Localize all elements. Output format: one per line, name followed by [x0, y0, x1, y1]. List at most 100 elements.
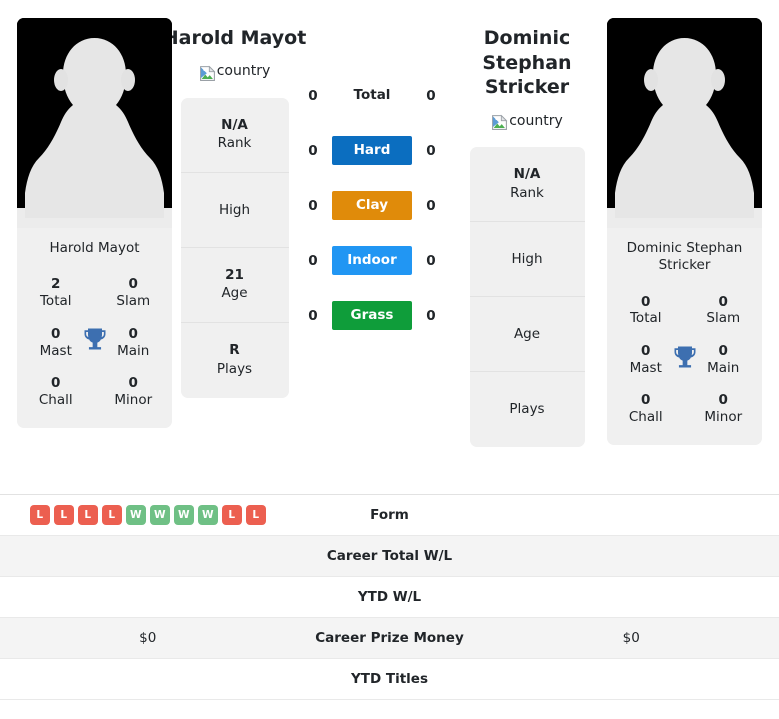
surface-row-clay: 0 Clay 0	[297, 178, 447, 233]
table-row: YTD Titles	[0, 659, 779, 700]
left-stat-mast-value: 0	[51, 325, 61, 342]
right-stat-slam-label: Slam	[706, 310, 741, 327]
right-stat-chall-value: 0	[641, 392, 651, 409]
left-info-high-label: High	[218, 201, 251, 218]
right-player-country-alt: country	[509, 112, 563, 129]
left-stat-slam-value: 0	[128, 276, 138, 293]
right-player-info-column: Dominic Stephan Stricker country N/A Ran…	[447, 10, 607, 448]
row-label-ytd-titles: YTD Titles	[351, 671, 428, 687]
left-info-high: High	[180, 173, 289, 248]
left-stat-minor-label: Minor	[114, 391, 153, 408]
right-stat-chall-label: Chall	[628, 409, 663, 426]
right-info-age: Age	[469, 297, 585, 373]
left-info-age: 21 Age	[180, 248, 289, 323]
right-info-age-label: Age	[513, 325, 541, 342]
right-stat-total-value: 0	[641, 293, 651, 310]
right-info-rank-label: Rank	[510, 184, 544, 201]
surface-indoor-left-score: 0	[308, 252, 318, 269]
left-stat-total-label: Total	[39, 293, 72, 310]
right-stat-minor-value: 0	[718, 392, 728, 409]
left-stat-minor-value: 0	[128, 375, 138, 392]
right-stat-total-label: Total	[629, 310, 662, 327]
form-badge-loss: L	[101, 505, 122, 525]
surface-indoor-right-score: 0	[426, 252, 436, 269]
right-info-plays-label: Plays	[509, 401, 545, 418]
right-player-info-card: N/A Rank High Age Plays	[469, 147, 585, 448]
surface-hard-left-score: 0	[308, 142, 318, 159]
surface-indoor-label[interactable]: Indoor	[332, 246, 412, 275]
right-player-titles-grid: 0 Total 0 Slam 0 Mast 0 Main 0 Chall 0 M…	[607, 279, 762, 435]
right-player-name: Dominic Stephan Stricker	[482, 27, 572, 99]
right-stat-mast-label: Mast	[629, 359, 662, 376]
row-label-form: Form	[370, 507, 409, 523]
surface-clay-left-score: 0	[308, 197, 318, 214]
surface-grass-left-score: 0	[308, 307, 318, 324]
broken-image-icon	[491, 114, 508, 131]
form-badge-win: W	[125, 505, 146, 525]
right-info-high: High	[469, 222, 585, 298]
table-row: $0 Career Prize Money $0	[0, 618, 779, 659]
left-player-country: country	[199, 63, 270, 82]
table-row: LLLLWWWWLL Form	[0, 495, 779, 536]
surface-row-hard: 0 Hard 0	[297, 123, 447, 178]
right-stat-chall: 0 Chall	[607, 385, 685, 434]
form-badge-loss: L	[221, 505, 242, 525]
career-prize-money-left: $0	[139, 630, 157, 646]
left-stat-main: 0 Main	[95, 319, 173, 368]
left-info-age-label: Age	[221, 285, 248, 302]
left-stat-chall-label: Chall	[38, 391, 73, 408]
right-stat-minor: 0 Minor	[685, 385, 763, 434]
left-player-card: Harold Mayot 2 Total 0 Slam 0 Mast 0 Mai…	[17, 18, 172, 428]
left-player-name: Harold Mayot	[162, 27, 307, 49]
broken-image-icon	[199, 65, 216, 82]
player-comparison-page: Harold Mayot 2 Total 0 Slam 0 Mast 0 Mai…	[0, 0, 779, 719]
left-form-badges: LLLLWWWWLL	[29, 505, 266, 525]
left-player-info-column: Harold Mayot country N/A Rank High 21 Ag…	[163, 10, 306, 398]
right-stat-minor-label: Minor	[704, 409, 743, 426]
right-player-photo	[607, 18, 762, 228]
left-stat-main-label: Main	[117, 342, 150, 359]
row-label-career-total-wl: Career Total W/L	[326, 548, 453, 564]
surface-total-label: Total	[353, 87, 391, 104]
left-stat-total: 2 Total	[17, 269, 95, 318]
left-info-plays-label: Plays	[216, 360, 253, 377]
surface-total-right-score: 0	[426, 87, 436, 104]
left-info-plays: R Plays	[181, 323, 289, 398]
left-player-photo-caption: Harold Mayot	[49, 240, 140, 256]
surface-grass-label[interactable]: Grass	[332, 301, 412, 330]
right-info-plays: Plays	[470, 372, 585, 447]
left-player-photo	[17, 18, 172, 228]
right-stat-total: 0 Total	[607, 287, 685, 336]
left-stat-mast-label: Mast	[39, 342, 72, 359]
right-stat-main: 0 Main	[685, 336, 763, 385]
left-stat-slam: 0 Slam	[95, 269, 173, 318]
form-badge-loss: L	[77, 505, 98, 525]
left-info-rank-label: Rank	[217, 135, 252, 152]
right-stat-slam-value: 0	[718, 293, 728, 310]
table-row: YTD W/L	[0, 577, 779, 618]
left-info-plays-value: R	[229, 342, 240, 359]
left-stat-chall-value: 0	[51, 375, 61, 392]
right-info-high-label: High	[511, 250, 543, 267]
left-stat-slam-label: Slam	[116, 293, 151, 310]
form-badge-win: W	[197, 505, 218, 525]
surface-clay-right-score: 0	[426, 197, 436, 214]
form-badge-win: W	[149, 505, 170, 525]
left-info-age-value: 21	[225, 266, 244, 283]
head-to-head-top-section: Harold Mayot 2 Total 0 Slam 0 Mast 0 Mai…	[0, 0, 779, 494]
surface-row-total: 0 Total 0	[297, 68, 447, 123]
surface-row-indoor: 0 Indoor 0	[297, 233, 447, 288]
row-label-career-prize-money: Career Prize Money	[315, 630, 464, 646]
row-label-ytd-wl: YTD W/L	[357, 589, 422, 605]
right-stat-main-label: Main	[707, 359, 740, 376]
left-player-titles-grid: 2 Total 0 Slam 0 Mast 0 Main 0 Chall 0 M…	[17, 261, 172, 417]
surface-comparison-column: 0 Total 0 0 Hard 0 0 Clay 0 0 Indoor 0 0	[297, 10, 447, 343]
form-badge-loss: L	[29, 505, 50, 525]
surface-grass-right-score: 0	[426, 307, 436, 324]
surface-hard-label[interactable]: Hard	[332, 136, 412, 165]
comparison-table: LLLLWWWWLL Form Career Total W/L YTD W/L…	[0, 494, 779, 700]
right-stat-slam: 0 Slam	[685, 287, 763, 336]
right-stat-mast-value: 0	[641, 342, 651, 359]
surface-clay-label[interactable]: Clay	[332, 191, 412, 220]
left-player-info-card: N/A Rank High 21 Age R Plays	[180, 97, 289, 398]
